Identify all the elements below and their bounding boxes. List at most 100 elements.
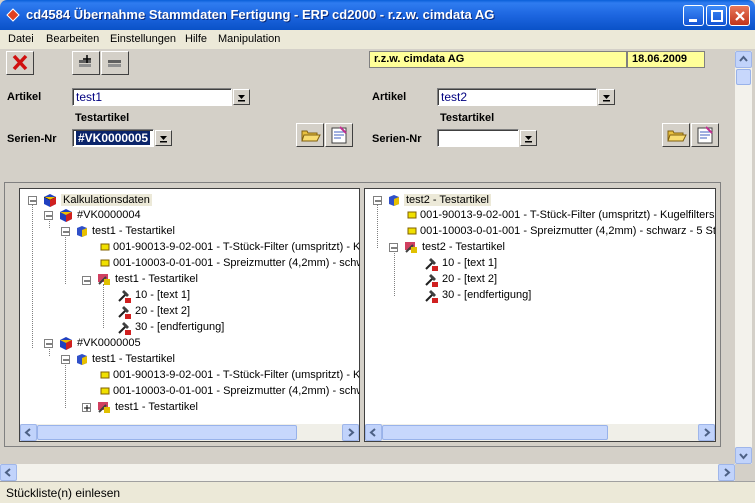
scroll-thumb[interactable] xyxy=(382,425,608,440)
left-open-button[interactable] xyxy=(296,123,324,147)
tree-node-article[interactable]: test1 - Testartikel xyxy=(75,223,175,239)
left-artikel-input[interactable]: test1 xyxy=(72,88,232,106)
window-vscrollbar[interactable] xyxy=(735,51,752,464)
scroll-left-button[interactable] xyxy=(365,424,382,441)
tree-node-part[interactable]: 001-90013-9-02-001 - T-Stück-Filter (ums… xyxy=(407,207,715,223)
node-label: Kalkulationsdaten xyxy=(61,194,152,206)
hammer-icon xyxy=(118,305,131,319)
expander-collapse[interactable] xyxy=(373,196,382,205)
hammer-icon xyxy=(425,257,438,271)
tree-node-part[interactable]: 001-90013-9-02-001 - T-Stück-Filter (ums… xyxy=(100,239,360,255)
tree-node-article[interactable]: test1 - Testartikel xyxy=(75,351,175,367)
right-serien-input[interactable] xyxy=(437,129,519,147)
node-label: #VK0000004 xyxy=(77,209,141,221)
menu-datei[interactable]: Datei xyxy=(8,33,34,45)
tree-node-part[interactable]: 001-90013-9-02-001 - T-Stück-Filter (ums… xyxy=(100,367,359,383)
tree-node-step[interactable]: 20 - [text 2] xyxy=(116,303,190,319)
scroll-left-button[interactable] xyxy=(20,424,37,441)
tree-node-worksteps[interactable]: test1 - Testartikel xyxy=(96,399,198,415)
date-field: 18.06.2009 xyxy=(627,51,705,68)
scroll-thumb[interactable] xyxy=(736,69,751,85)
right-artikel-input[interactable]: test2 xyxy=(437,88,597,106)
small-cube-icon xyxy=(77,226,87,238)
right-artikel-dropdown[interactable] xyxy=(598,89,615,105)
chevron-right-icon xyxy=(704,428,711,437)
expander-collapse[interactable] xyxy=(44,211,53,220)
scroll-thumb[interactable] xyxy=(37,425,297,440)
small-cube-icon xyxy=(389,195,399,207)
left-artikel-dropdown[interactable] xyxy=(233,89,250,105)
tree-node-step[interactable]: 30 - [endfertigung] xyxy=(116,319,224,335)
left-serien-value: #VK0000005 xyxy=(76,131,151,145)
cube-icon xyxy=(43,194,57,208)
hammer-icon xyxy=(425,273,438,287)
left-serien-label: Serien-Nr xyxy=(7,133,57,145)
expander-collapse[interactable] xyxy=(61,355,70,364)
company-field: r.z.w. cimdata AG xyxy=(369,51,627,68)
tree-node-worksteps[interactable]: test2 - Testartikel xyxy=(403,239,505,255)
right-serien-label: Serien-Nr xyxy=(372,133,422,145)
delete-button[interactable] xyxy=(6,51,34,75)
chevron-down-icon xyxy=(160,136,167,143)
part-icon xyxy=(100,243,110,251)
close-button[interactable] xyxy=(729,5,750,26)
node-label: 30 - [endfertigung] xyxy=(135,321,225,333)
left-description: Testartikel xyxy=(75,112,130,124)
tree-node-serial[interactable]: #VK0000004 xyxy=(58,207,141,223)
right-tree-hscrollbar[interactable] xyxy=(365,424,715,441)
tree-node-step[interactable]: 10 - [text 1] xyxy=(423,255,497,271)
scroll-right-button[interactable] xyxy=(718,464,735,481)
tree-node-part[interactable]: 001-10003-0-01-001 - Spreizmutter (4,2mm… xyxy=(407,223,715,239)
window-hscrollbar[interactable] xyxy=(0,464,735,481)
tree-node-part[interactable]: 001-10003-0-01-001 - Spreizmutter (4,2mm… xyxy=(100,255,359,271)
expander-collapse[interactable] xyxy=(389,243,398,252)
edit-list-button[interactable] xyxy=(101,51,129,75)
maximize-icon xyxy=(711,10,723,22)
chevron-left-icon xyxy=(24,428,31,437)
part-icon xyxy=(100,259,110,267)
minimize-button[interactable] xyxy=(683,5,704,26)
tree-node-step[interactable]: 10 - [text 1] xyxy=(116,287,190,303)
node-label: 20 - [text 2] xyxy=(442,273,498,285)
tree-node-part[interactable]: 001-10003-0-01-001 - Spreizmutter (4,2mm… xyxy=(100,383,359,399)
left-serien-dropdown[interactable] xyxy=(155,130,172,146)
scroll-right-button[interactable] xyxy=(342,424,359,441)
menu-einstellungen[interactable]: Einstellungen xyxy=(110,33,176,45)
expander-expand[interactable] xyxy=(82,403,91,412)
node-label: 30 - [endfertigung] xyxy=(442,289,532,301)
left-tree-hscrollbar[interactable] xyxy=(20,424,359,441)
expander-collapse[interactable] xyxy=(28,196,37,205)
scroll-up-button[interactable] xyxy=(735,51,752,68)
tree-node-serial[interactable]: #VK0000005 xyxy=(58,335,141,351)
right-serien-dropdown[interactable] xyxy=(520,130,537,146)
expander-collapse[interactable] xyxy=(61,227,70,236)
right-transfer-button[interactable] xyxy=(691,123,719,147)
expander-collapse[interactable] xyxy=(44,339,53,348)
tree-node-worksteps[interactable]: test1 - Testartikel xyxy=(96,271,198,287)
status-bar: Stückliste(n) einlesen xyxy=(0,481,755,503)
right-artikel-label: Artikel xyxy=(372,91,407,103)
scroll-down-button[interactable] xyxy=(735,447,752,464)
maximize-button[interactable] xyxy=(706,5,727,26)
left-transfer-button[interactable] xyxy=(325,123,353,147)
close-icon xyxy=(735,11,745,21)
menu-manipulation[interactable]: Manipulation xyxy=(218,33,280,45)
scroll-left-button[interactable] xyxy=(0,464,17,481)
add-component-button[interactable] xyxy=(72,51,100,75)
tree-node-root[interactable]: Kalkulationsdaten xyxy=(42,192,152,208)
left-serien-input[interactable]: #VK0000005 xyxy=(72,129,154,147)
expander-collapse[interactable] xyxy=(82,276,91,285)
operations-icon xyxy=(98,402,110,414)
scroll-right-button[interactable] xyxy=(698,424,715,441)
left-tree[interactable]: Kalkulationsdaten #VK0000004 test1 - Tes… xyxy=(19,188,360,442)
menu-hilfe[interactable]: Hilfe xyxy=(185,33,207,45)
chevron-right-icon xyxy=(724,468,731,477)
tree-node-step[interactable]: 30 - [endfertigung] xyxy=(423,287,531,303)
node-label: 001-90013-9-02-001 - T-Stück-Filter (ums… xyxy=(113,241,360,253)
edit-list-icon xyxy=(108,60,121,67)
menu-bearbeiten[interactable]: Bearbeiten xyxy=(46,33,99,45)
tree-node-step[interactable]: 20 - [text 2] xyxy=(423,271,497,287)
right-tree[interactable]: test2 - Testartikel 001-90013-9-02-001 -… xyxy=(364,188,716,442)
right-open-button[interactable] xyxy=(662,123,690,147)
tree-node-article[interactable]: test2 - Testartikel xyxy=(387,192,491,208)
